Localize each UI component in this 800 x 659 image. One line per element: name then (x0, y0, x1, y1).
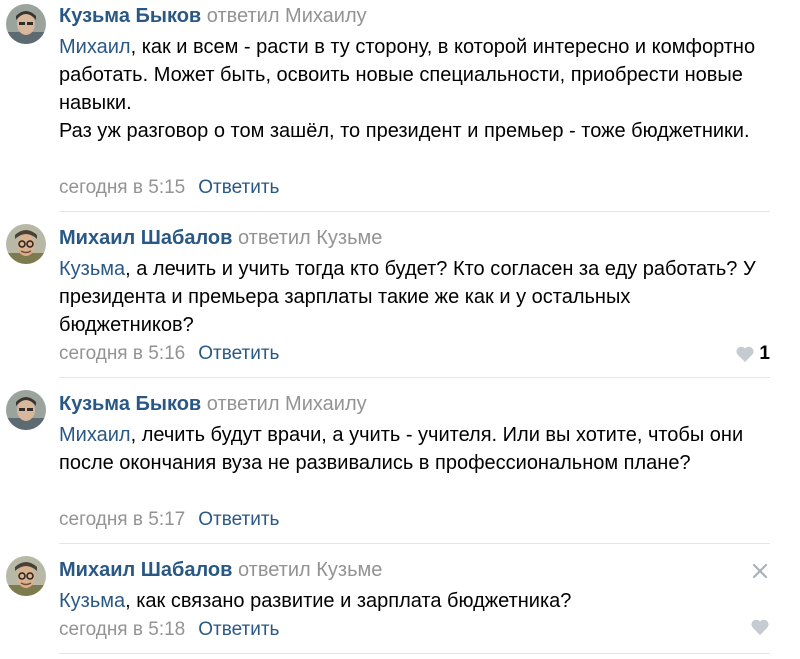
comment-date[interactable]: сегодня в 5:17 (59, 509, 185, 530)
avatar[interactable] (6, 224, 46, 264)
comment-header: Михаил Шабалов ответил Кузьме (59, 226, 382, 250)
author-name[interactable]: Михаил Шабалов (59, 227, 232, 249)
comment-header: Кузьма Быков ответил Михаилу (59, 4, 367, 28)
comment-header: Михаил Шабалов ответил Кузьме (59, 558, 382, 582)
comment-meta: сегодня в 5:17 Ответить (59, 508, 279, 532)
mention-link[interactable]: Кузьма (59, 258, 125, 280)
heart-icon (735, 345, 755, 363)
reply-button[interactable]: Ответить (198, 509, 279, 530)
comment-text: Кузьма, а лечить и учить тогда кто будет… (59, 255, 759, 339)
comment-body: , как связано развитие и зарплата бюджет… (125, 590, 572, 612)
comment-date[interactable]: сегодня в 5:16 (59, 343, 185, 364)
comment-meta: сегодня в 5:15 Ответить (59, 176, 279, 200)
author-name[interactable]: Кузьма Быков (59, 393, 201, 415)
reply-button[interactable]: Ответить (198, 619, 279, 640)
avatar[interactable] (6, 556, 46, 596)
replied-to[interactable]: ответил Михаилу (207, 5, 367, 27)
close-icon[interactable] (752, 563, 768, 579)
like-button[interactable]: 1 (735, 342, 770, 366)
avatar[interactable] (6, 390, 46, 430)
comment-text: Михаил, как и всем - расти в ту сторону,… (59, 33, 759, 145)
comment-date[interactable]: сегодня в 5:18 (59, 619, 185, 640)
divider (59, 543, 770, 544)
comment-text: Кузьма, как связано развитие и зарплата … (59, 587, 759, 615)
replied-to[interactable]: ответил Михаилу (207, 393, 367, 415)
comment-body: , лечить будут врачи, а учить - учителя.… (59, 424, 744, 474)
replied-to[interactable]: ответил Кузьме (238, 559, 382, 581)
mention-link[interactable]: Михаил (59, 36, 131, 58)
like-count: 1 (759, 343, 770, 364)
comment-meta: сегодня в 5:18 Ответить (59, 618, 279, 642)
replied-to[interactable]: ответил Кузьме (238, 227, 382, 249)
comment-text: Михаил, лечить будут врачи, а учить - уч… (59, 421, 759, 477)
divider (59, 377, 770, 378)
author-name[interactable]: Кузьма Быков (59, 5, 201, 27)
comment-header: Кузьма Быков ответил Михаилу (59, 392, 367, 416)
reply-button[interactable]: Ответить (198, 177, 279, 198)
heart-icon (750, 618, 770, 636)
like-button[interactable] (750, 618, 770, 636)
mention-link[interactable]: Михаил (59, 424, 131, 446)
comment-date[interactable]: сегодня в 5:15 (59, 177, 185, 198)
comment-body: , а лечить и учить тогда кто будет? Кто … (59, 258, 756, 336)
comment-meta: сегодня в 5:16 Ответить (59, 342, 279, 366)
comment-body-2: Раз уж разговор о том зашёл, то президен… (59, 120, 750, 142)
divider (59, 211, 770, 212)
reply-button[interactable]: Ответить (198, 343, 279, 364)
author-name[interactable]: Михаил Шабалов (59, 559, 232, 581)
comment-body: , как и всем - расти в ту сторону, в кот… (59, 36, 756, 114)
divider (59, 653, 770, 654)
mention-link[interactable]: Кузьма (59, 590, 125, 612)
avatar[interactable] (6, 4, 46, 44)
